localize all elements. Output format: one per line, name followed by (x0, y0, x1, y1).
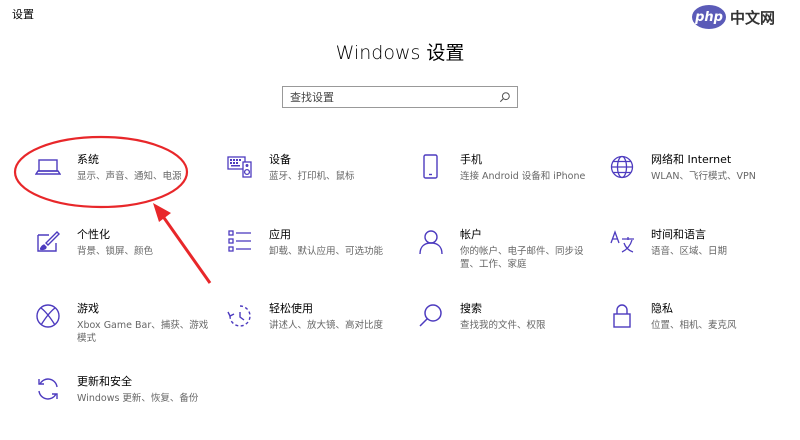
tile-desc: 查找我的文件、权限 (460, 320, 546, 331)
tile-desc: 蓝牙、打印机、鼠标 (269, 171, 355, 182)
watermark-site-name: 中文网 (730, 8, 776, 27)
globe-icon (609, 154, 635, 180)
tile-title: 帐户 (460, 228, 482, 241)
search-icon[interactable] (498, 90, 512, 104)
tile-title: 隐私 (651, 302, 673, 315)
tile-title: 时间和语言 (651, 228, 706, 241)
watermark-php-badge: php (692, 5, 726, 29)
xbox-icon (35, 303, 61, 329)
tile-title: 个性化 (77, 228, 110, 241)
tile-desc: 背景、锁屏、颜色 (77, 246, 154, 257)
apps-list-icon (227, 229, 253, 255)
lock-icon (609, 303, 635, 329)
tile-desc: 连接 Android 设备和 iPhone (460, 171, 586, 182)
tile-desc-line2: 模式 (77, 333, 97, 344)
settings-window: 设置 php 中文网 Windows 设置 系统 显示、声音、通知、电源 (0, 0, 800, 440)
page-title: Windows 设置 (335, 42, 465, 64)
tile-gaming[interactable]: 游戏 Xbox Game Bar、捕获、游戏 模式 (35, 302, 210, 360)
tile-title: 系统 (77, 153, 99, 166)
laptop-icon (35, 154, 61, 180)
keyboard-speaker-icon (227, 154, 253, 180)
tile-title: 设备 (269, 153, 291, 166)
tile-title: 手机 (460, 153, 482, 166)
magnifier-icon (418, 303, 444, 329)
tile-devices[interactable]: 设备 蓝牙、打印机、鼠标 (227, 153, 402, 211)
tile-privacy[interactable]: 隐私 位置、相机、麦克风 (609, 302, 784, 360)
tile-system[interactable]: 系统 显示、声音、通知、电源 (35, 153, 210, 211)
sync-icon (35, 376, 61, 402)
tile-update-security[interactable]: 更新和安全 Windows 更新、恢复、备份 (35, 375, 210, 433)
tile-desc: 卸载、默认应用、可选功能 (269, 246, 384, 257)
tile-title: 网络和 Internet (651, 153, 732, 166)
tile-title: 搜索 (460, 302, 482, 315)
tile-desc-line2: 置、工作、家庭 (460, 259, 527, 270)
phone-icon (418, 154, 444, 180)
annotation-overlay (13, 135, 212, 284)
ease-of-access-icon (227, 303, 253, 329)
tile-personalization[interactable]: 个性化 背景、锁屏、颜色 (35, 228, 210, 286)
tile-desc: 位置、相机、麦克风 (651, 320, 737, 331)
tile-desc: Windows 更新、恢复、备份 (77, 393, 199, 404)
tile-title: 游戏 (77, 302, 99, 315)
tile-title: 更新和安全 (77, 375, 132, 388)
tile-title: 应用 (269, 228, 291, 241)
app-title: 设置 (12, 8, 34, 21)
paint-brush-icon (35, 229, 61, 255)
tile-desc: 语音、区域、日期 (651, 246, 728, 257)
tile-search[interactable]: 搜索 查找我的文件、权限 (418, 302, 593, 360)
time-language-icon (609, 229, 635, 255)
tile-apps[interactable]: 应用 卸载、默认应用、可选功能 (227, 228, 402, 286)
tile-title: 轻松使用 (269, 302, 313, 315)
watermark-logo: php 中文网 (692, 2, 796, 32)
tile-desc: Xbox Game Bar、捕获、游戏 (77, 320, 209, 331)
search-input[interactable] (283, 88, 498, 106)
search-box[interactable] (282, 86, 518, 108)
tile-ease-of-access[interactable]: 轻松使用 讲述人、放大镜、高对比度 (227, 302, 402, 360)
tile-desc: 你的帐户、电子邮件、同步设 (460, 246, 584, 257)
tile-time-language[interactable]: 时间和语言 语音、区域、日期 (609, 228, 784, 286)
tile-network[interactable]: 网络和 Internet WLAN、飞行模式、VPN (609, 153, 784, 211)
person-icon (418, 229, 444, 255)
tile-phone[interactable]: 手机 连接 Android 设备和 iPhone (418, 153, 593, 211)
tile-desc: 显示、声音、通知、电源 (77, 171, 182, 182)
tile-accounts[interactable]: 帐户 你的帐户、电子邮件、同步设 置、工作、家庭 (418, 228, 593, 286)
tile-desc: 讲述人、放大镜、高对比度 (269, 320, 384, 331)
tile-desc: WLAN、飞行模式、VPN (651, 171, 756, 182)
